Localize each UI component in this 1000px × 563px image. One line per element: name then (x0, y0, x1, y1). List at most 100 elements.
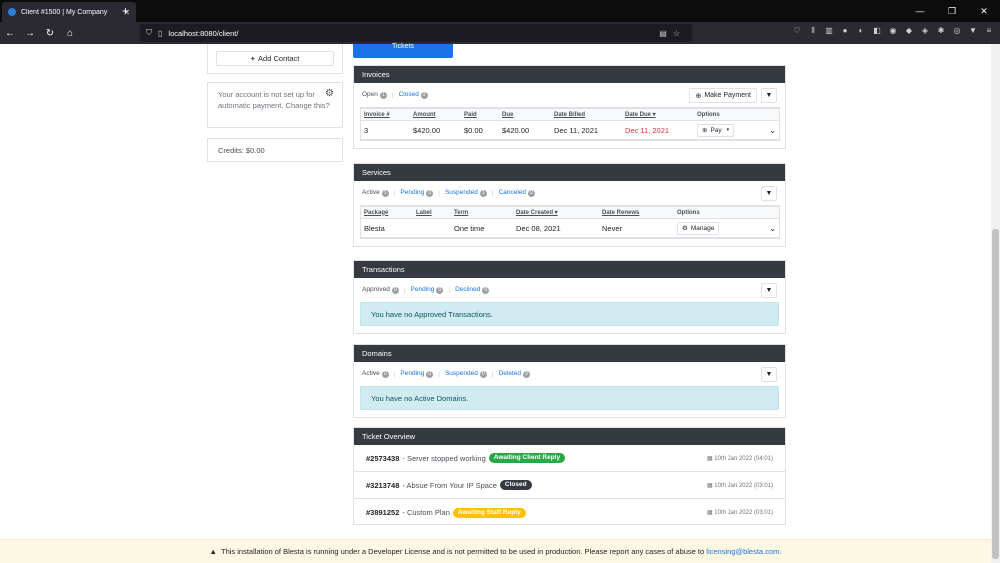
col-paid[interactable]: Paid (461, 108, 499, 121)
card-title: Domains (354, 345, 785, 362)
filter-suspended[interactable]: Suspended 1 (445, 189, 487, 197)
ticket-number[interactable]: #3213748 (366, 481, 399, 490)
extension-icon[interactable]: ◐ (856, 26, 866, 38)
col-date-due[interactable]: Date Due ▾ (622, 108, 694, 121)
cell-date-renews: Never (599, 218, 674, 238)
col-label[interactable]: Label (413, 206, 451, 219)
filter-icon[interactable]: ▼ (761, 186, 777, 201)
chevron-down-icon[interactable]: ⌄ (769, 126, 776, 135)
filter-icon[interactable]: ▼ (761, 88, 777, 103)
url-text[interactable]: localhost:8080/client/ (168, 29, 238, 38)
invoice-filters: Open 1 | Closed 2 ⊕ Make Payment ▼ (354, 83, 785, 107)
col-date-created[interactable]: Date Created ▾ (513, 206, 599, 219)
tickets-button[interactable]: Tickets (353, 43, 453, 58)
warning-icon: ▲ (209, 547, 217, 556)
left-sidebar: + Add Contact Your account is not set up… (207, 44, 343, 162)
browser-tab[interactable]: Client #1500 | My Company ✕ (2, 2, 136, 22)
minimize-button[interactable]: — (904, 0, 936, 22)
extension-icon[interactable]: ▼ (968, 26, 978, 38)
home-icon[interactable]: ⌂ (60, 28, 80, 39)
extension-icon[interactable]: ◆ (904, 26, 914, 38)
transactions-card: Transactions Approved 0 | Pending 0 | Decl… (353, 260, 786, 334)
scrollbar-thumb[interactable] (992, 229, 999, 559)
col-package[interactable]: Package (361, 206, 413, 219)
url-bar[interactable]: ⛉ ▯ localhost:8080/client/ ▤ ☆ (140, 24, 692, 42)
extension-icon[interactable]: ◉ (888, 26, 898, 38)
autopay-text[interactable]: Your account is not set up for automatic… (218, 90, 330, 110)
filter-open[interactable]: Open 1 (362, 91, 387, 99)
service-filters: Active 1 | Pending 0 | Suspended 1 | Cancel… (354, 181, 785, 205)
window-controls: — ❐ ✕ (904, 0, 1000, 22)
add-contact-button[interactable]: + Add Contact (216, 51, 334, 66)
card-title: Ticket Overview (354, 428, 785, 445)
services-table: Package Label Term Date Created ▾ Date R… (360, 205, 780, 239)
filter-active[interactable]: Active 1 (362, 189, 389, 197)
library-icon[interactable]: ⫴ (808, 26, 818, 38)
account-icon[interactable]: ● (840, 26, 850, 38)
menu-icon[interactable]: ≡ (984, 26, 994, 38)
filter-pending[interactable]: Pending 0 (400, 370, 434, 378)
new-tab-button[interactable]: + (122, 4, 129, 18)
filter-closed[interactable]: Closed 2 (399, 91, 428, 99)
filter-declined[interactable]: Declined 0 (455, 286, 490, 294)
chevron-down-icon[interactable]: ⌄ (769, 224, 776, 233)
ticket-number[interactable]: #3891252 (366, 508, 399, 517)
cell-options: ⚙ Manage ⌄ (674, 218, 779, 238)
filter-icon[interactable]: ▼ (761, 283, 777, 298)
card-title: Transactions (354, 261, 785, 278)
filter-canceled[interactable]: Canceled 0 (499, 189, 536, 197)
empty-transactions-alert: You have no Approved Transactions. (360, 302, 779, 326)
extension-icon[interactable]: ◈ (920, 26, 930, 38)
col-amount[interactable]: Amount (410, 108, 461, 121)
filter-pending[interactable]: Pending 0 (411, 286, 444, 294)
ticket-subject: - Server stopped working (402, 453, 486, 463)
cell-date-created: Dec 08, 2021 (513, 218, 599, 238)
filter-pending[interactable]: Pending 0 (400, 189, 434, 197)
col-term[interactable]: Term (451, 206, 513, 219)
pay-button[interactable]: ⊕ Pay ▾ (697, 123, 735, 137)
bookmark-star-icon[interactable]: ☆ (673, 29, 680, 38)
calendar-icon: ▦ (706, 510, 713, 516)
manage-button[interactable]: ⚙ Manage (677, 221, 720, 235)
col-due[interactable]: Due (499, 108, 551, 121)
col-date-billed[interactable]: Date Billed (551, 108, 622, 121)
cell-term: One time (451, 218, 513, 238)
forward-icon[interactable]: → (20, 28, 40, 39)
close-window-button[interactable]: ✕ (968, 0, 1000, 22)
sidebar-icon[interactable]: ▥ (824, 26, 834, 38)
plus-icon: + (250, 54, 256, 63)
plus-circle-icon: ⊕ (695, 92, 702, 100)
col-options: Options (674, 206, 779, 219)
back-icon[interactable]: ← (0, 28, 20, 39)
ticket-number[interactable]: #2573438 (366, 454, 399, 463)
cell-date-billed: Dec 11, 2021 (551, 120, 622, 140)
col-date-renews[interactable]: Date Renews (599, 206, 674, 219)
reader-view-icon[interactable]: ▤ (659, 29, 667, 38)
filter-approved[interactable]: Approved 0 (362, 286, 399, 294)
extension-icon[interactable]: ✱ (936, 26, 946, 38)
extension-icon[interactable]: ◎ (952, 26, 962, 38)
empty-domains-alert: You have no Active Domains. (360, 386, 779, 410)
restore-button[interactable]: ❐ (936, 0, 968, 22)
filter-active[interactable]: Active 0 (362, 370, 389, 378)
ticket-row[interactable]: #3891252 - Custom Plan Awaiting Staff Re… (354, 499, 785, 526)
licensing-email-link[interactable]: licensing@blesta.com. (706, 547, 781, 556)
make-payment-button[interactable]: ⊕ Make Payment (689, 88, 757, 103)
extension-icon[interactable]: ◧ (872, 26, 882, 38)
page-scrollbar[interactable] (991, 44, 1000, 563)
pocket-icon[interactable]: ♡ (792, 26, 802, 38)
cell-options: ⊕ Pay ▾ ⌄ (694, 120, 779, 140)
card-title: Services (354, 164, 785, 181)
ticket-row[interactable]: #3213748 - Absue From Your IP Space Clos… (354, 472, 785, 499)
filter-icon[interactable]: ▼ (761, 367, 777, 382)
gear-icon[interactable]: ⚙ (325, 88, 334, 99)
col-invoice[interactable]: Invoice # (361, 108, 410, 121)
ticket-row[interactable]: #2573438 - Server stopped working Awaiti… (354, 445, 785, 472)
ticket-date: ▦ 10th Jan 2022 (03:01) (706, 510, 773, 516)
shield-icon[interactable]: ⛉ (146, 28, 152, 38)
cell-amount: $420.00 (410, 120, 461, 140)
reload-icon[interactable]: ↻ (40, 28, 60, 39)
filter-suspended[interactable]: Suspended 0 (445, 370, 487, 378)
filter-deleted[interactable]: Deleted 0 (499, 370, 530, 378)
card-title: Invoices (354, 66, 785, 83)
